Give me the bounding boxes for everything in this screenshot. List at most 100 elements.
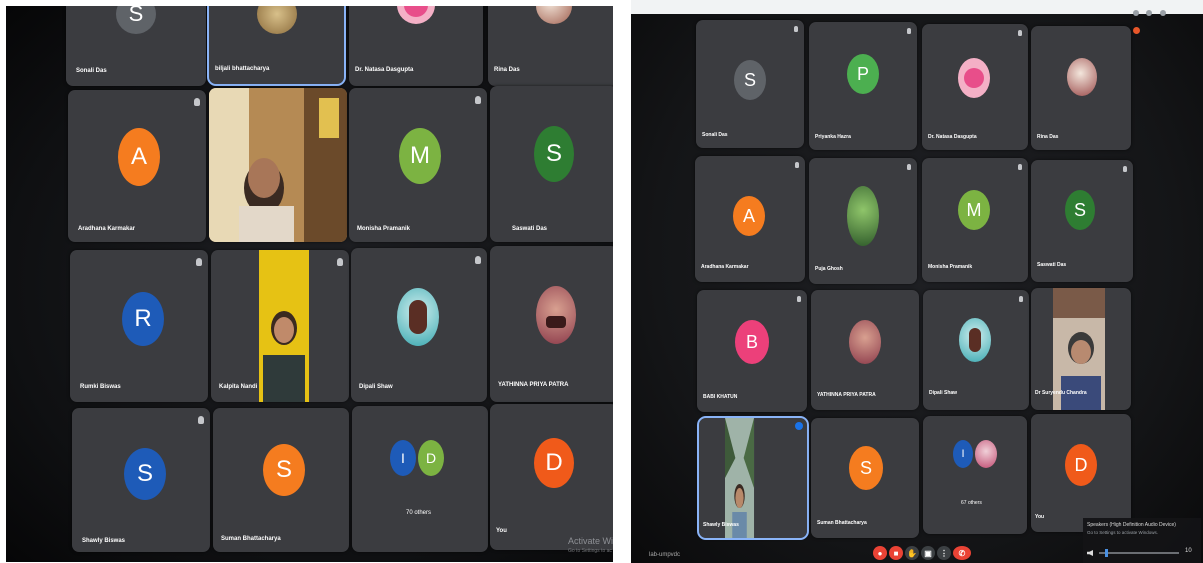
participant-tile[interactable]: Dr. Natasa Dasgupta (922, 24, 1028, 150)
participant-avatar: B (735, 320, 769, 364)
volume-slider[interactable] (1099, 549, 1179, 557)
participant-name: Shawly Biswas (703, 522, 739, 528)
participant-name: BABI KHATUN (703, 394, 738, 400)
participant-name: Aradhana Karmakar (78, 226, 136, 232)
participant-tile[interactable]: S Suman Bhattacharya (213, 408, 349, 552)
participant-avatar: S (534, 126, 574, 182)
participant-avatar-a: I (953, 440, 973, 468)
participant-avatar: S (263, 444, 305, 496)
participant-tile[interactable]: Rina Das (488, 6, 613, 86)
participant-tile[interactable]: S Shawly Biswas (72, 408, 210, 552)
participant-avatar: M (958, 190, 990, 230)
participant-tile[interactable]: Rina Das (1031, 26, 1131, 150)
participant-name: Sonali Das (702, 132, 728, 138)
more-options-button[interactable]: ⋮ (937, 546, 951, 560)
others-count: 67 others (961, 500, 982, 506)
participant-tile[interactable]: B BABI KHATUN (697, 290, 807, 412)
participant-tile[interactable]: Dipali Shaw (351, 248, 487, 402)
participant-tile[interactable]: A Aradhana Karmakar (695, 156, 805, 282)
left-meeting-photo: S Sonali Das biljali bhattacharya Dr. Na… (6, 6, 613, 562)
right-meeting-photo: S Sonali Das P Priyanka Hazra Dr. Natasa… (631, 0, 1203, 563)
audio-device-popup: Speakers (High Definition Audio Device) … (1083, 518, 1201, 563)
participant-tile[interactable]: Dipali Shaw (923, 290, 1029, 410)
raise-hand-button[interactable]: ✋ (905, 546, 919, 560)
participant-tile[interactable]: biljali bhattacharya (207, 6, 346, 86)
participant-name: You (1035, 514, 1045, 520)
participant-tile[interactable]: Dr Suryendu Chandra (1031, 288, 1131, 410)
participant-tile[interactable]: R Rumki Biswas (70, 250, 208, 402)
participant-photo (975, 440, 997, 468)
participant-name: Priyanka Hazra (815, 134, 851, 140)
mic-muted-icon (1123, 166, 1127, 172)
participant-video (259, 250, 309, 402)
volume-slider-thumb[interactable] (1105, 549, 1108, 557)
mic-muted-icon (1018, 30, 1022, 36)
present-button[interactable]: ▣ (921, 546, 935, 560)
participant-name: Suman Bhattacharya (817, 520, 867, 526)
participant-tile[interactable]: M Monisha Pramanik (922, 158, 1028, 282)
participant-photo (959, 318, 991, 362)
participant-photo (958, 58, 990, 98)
participant-tile[interactable]: S Saswati Das (490, 86, 613, 242)
participant-tile[interactable]: Kalpita Nandi (211, 250, 349, 402)
mic-muted-icon (1018, 164, 1022, 170)
participant-name: Rina Das (494, 67, 520, 73)
participant-name: biljali bhattacharya (215, 66, 270, 72)
participant-tile[interactable]: P Priyanka Hazra (809, 22, 917, 150)
mic-muted-icon (907, 28, 911, 34)
mic-muted-icon (475, 96, 481, 104)
mic-muted-icon (198, 416, 204, 424)
participant-photo (397, 288, 439, 346)
participant-name: Saswati Das (1037, 262, 1067, 268)
end-call-button[interactable]: ✆ (953, 546, 971, 560)
participant-tile[interactable]: I D 70 others (352, 406, 488, 552)
participant-name: Monisha Pramanik (357, 226, 411, 232)
meeting-code: lab-umpvdc (649, 552, 681, 558)
participant-tile[interactable]: A Aradhana Karmakar (68, 90, 206, 242)
participant-name: YATHINNA PRIYA PATRA (498, 382, 569, 388)
participant-tile[interactable]: D You (1031, 414, 1131, 532)
mic-muted-icon (1019, 296, 1023, 302)
audio-popup-title: Speakers (High Definition Audio Device) (1087, 522, 1176, 528)
participant-avatar-b: D (418, 440, 444, 476)
participant-tile[interactable] (209, 88, 347, 242)
participant-tile[interactable]: Puja Ghosh (809, 158, 917, 284)
participant-tile[interactable]: Shawly Biswas (697, 416, 809, 540)
participant-tile[interactable]: YATHINNA PRIYA PATRA (811, 290, 919, 410)
mic-muted-icon (194, 98, 200, 106)
participant-video (209, 88, 347, 242)
participant-tile[interactable]: S Sonali Das (66, 6, 206, 86)
participant-tile[interactable]: S Saswati Das (1031, 160, 1133, 282)
participant-name: Monisha Pramanik (928, 264, 973, 270)
participant-tile[interactable]: S Suman Bhattacharya (811, 418, 919, 538)
more-options-icon[interactable] (795, 422, 803, 430)
camera-toggle-button[interactable]: ■ (889, 546, 903, 560)
participant-avatar: D (534, 438, 574, 488)
participant-avatar: S (116, 6, 156, 34)
mic-muted-icon (797, 296, 801, 302)
windows-activation-watermark: Activate Wind (568, 536, 613, 546)
participant-avatar: D (1065, 444, 1097, 486)
participant-name: Dr. Natasa Dasgupta (928, 134, 977, 140)
participant-avatar: A (733, 196, 765, 236)
participant-name: Dr Suryendu Chandra (1035, 390, 1087, 396)
audio-popup-subtitle: Go to Settings to activate Windows. (1087, 530, 1159, 535)
participant-video (725, 418, 755, 538)
participant-tile[interactable]: I 67 others (923, 416, 1027, 534)
participant-tile[interactable]: Dr. Natasa Dasgupta (349, 6, 483, 86)
participant-avatar: S (1065, 190, 1095, 230)
participant-tile[interactable]: S Sonali Das (696, 20, 804, 148)
mic-muted-icon (475, 256, 481, 264)
participant-photo (536, 286, 576, 344)
mic-toggle-button[interactable]: ● (873, 546, 887, 560)
mic-muted-icon (196, 258, 202, 266)
participant-tile[interactable]: D You (490, 404, 613, 550)
participant-tile[interactable]: M Monisha Pramanik (349, 88, 487, 242)
participant-name: Aradhana Karmakar (701, 264, 749, 270)
participant-name: Dipali Shaw (929, 390, 958, 396)
mic-muted-icon (794, 26, 798, 32)
participant-name: Puja Ghosh (815, 266, 843, 272)
browser-extension-icons (1133, 3, 1173, 34)
participant-photo (257, 6, 297, 34)
participant-tile[interactable]: YATHINNA PRIYA PATRA (490, 246, 613, 402)
